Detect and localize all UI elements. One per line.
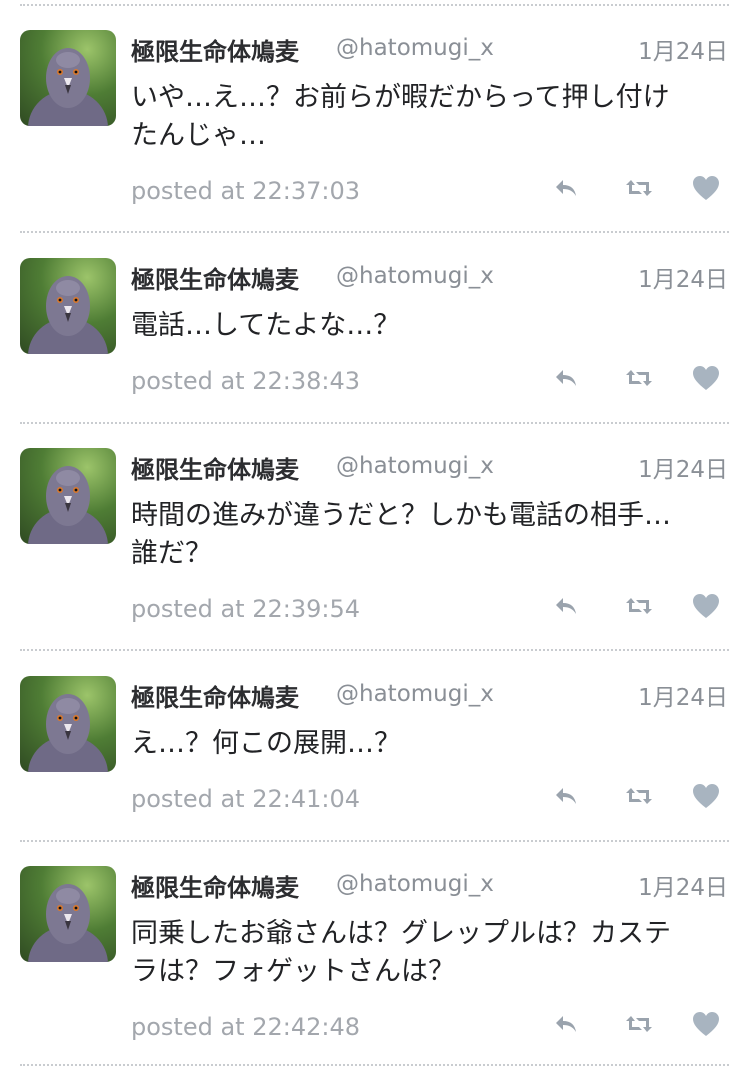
like-button[interactable] <box>689 782 723 810</box>
tweet-text: え…？何この展開…？ <box>131 725 731 763</box>
username-handle[interactable]: @hatomugi_x <box>336 263 494 289</box>
retweet-button[interactable] <box>622 1010 656 1038</box>
like-button[interactable] <box>689 364 723 392</box>
tweet-date: 1月24日 <box>638 685 728 711</box>
reply-icon <box>556 788 576 804</box>
reply-button[interactable] <box>549 1010 583 1038</box>
display-name[interactable]: 極限生命体鳩麦 <box>131 868 299 903</box>
tweet-date: 1月24日 <box>638 39 728 65</box>
tweet-item[interactable]: 極限生命体鳩麦 @hatomugi_x 1月24日 電話…してたよな…？ pos… <box>0 258 749 418</box>
divider <box>20 4 729 6</box>
like-button[interactable] <box>689 592 723 620</box>
divider <box>20 1064 729 1066</box>
reply-icon <box>556 1016 576 1032</box>
heart-icon <box>693 1012 719 1036</box>
tweet-text-line: え…？何この展開…？ <box>131 728 401 759</box>
pigeon-avatar[interactable] <box>20 448 116 544</box>
heart-icon <box>693 366 719 390</box>
tweet-text: 電話…してたよな…？ <box>131 307 731 345</box>
retweet-icon <box>626 1016 652 1032</box>
retweet-icon <box>626 370 652 386</box>
tweet-text: 時間の進みが違うだと？しかも電話の相手… 誰だ？ <box>131 497 731 573</box>
retweet-button[interactable] <box>622 174 656 202</box>
reply-icon <box>556 370 576 386</box>
reply-icon <box>556 598 576 614</box>
reply-icon <box>556 180 576 196</box>
display-name[interactable]: 極限生命体鳩麦 <box>131 450 299 485</box>
tweet-date: 1月24日 <box>638 267 728 293</box>
like-button[interactable] <box>689 174 723 202</box>
retweet-button[interactable] <box>622 782 656 810</box>
tweet-text-line: 誰だ？ <box>131 538 212 569</box>
heart-icon <box>693 784 719 808</box>
heart-icon <box>693 176 719 200</box>
reply-button[interactable] <box>549 782 583 810</box>
divider <box>20 422 729 424</box>
tweet-item[interactable]: 極限生命体鳩麦 @hatomugi_x 1月24日 え…？何この展開…？ pos… <box>0 676 749 836</box>
tweet-date: 1月24日 <box>638 875 728 901</box>
posted-timestamp: posted at 22:42:48 <box>131 1013 360 1041</box>
username-handle[interactable]: @hatomugi_x <box>336 871 494 897</box>
tweet-text-line: たんじゃ… <box>131 120 266 151</box>
retweet-icon <box>626 598 652 614</box>
reply-button[interactable] <box>549 592 583 620</box>
posted-timestamp: posted at 22:39:54 <box>131 595 360 623</box>
retweet-button[interactable] <box>622 364 656 392</box>
pigeon-avatar[interactable] <box>20 258 116 354</box>
reply-button[interactable] <box>549 174 583 202</box>
retweet-icon <box>626 180 652 196</box>
divider <box>20 649 729 651</box>
posted-timestamp: posted at 22:38:43 <box>131 367 360 395</box>
posted-timestamp: posted at 22:41:04 <box>131 785 360 813</box>
divider <box>20 231 729 233</box>
tweet-item[interactable]: 極限生命体鳩麦 @hatomugi_x 1月24日 時間の進みが違うだと？しかも… <box>0 448 749 648</box>
like-button[interactable] <box>689 1010 723 1038</box>
username-handle[interactable]: @hatomugi_x <box>336 681 494 707</box>
tweet-feed: 極限生命体鳩麦 @hatomugi_x 1月24日 いや…え…？お前らが暇だから… <box>0 0 749 1068</box>
tweet-text-line: いや…え…？お前らが暇だからって押し付け <box>131 82 670 113</box>
display-name[interactable]: 極限生命体鳩麦 <box>131 678 299 713</box>
tweet-date: 1月24日 <box>638 457 728 483</box>
tweet-text-line: 同乗したお爺さんは？グレップルは？カステ <box>131 918 671 949</box>
display-name[interactable]: 極限生命体鳩麦 <box>131 32 299 67</box>
pigeon-avatar[interactable] <box>20 676 116 772</box>
tweet-text-line: ラは？フォゲットさんは？ <box>131 956 455 987</box>
reply-button[interactable] <box>549 364 583 392</box>
heart-icon <box>693 594 719 618</box>
tweet-text-line: 電話…してたよな…？ <box>131 310 401 341</box>
divider <box>20 840 729 842</box>
tweet-item[interactable]: 極限生命体鳩麦 @hatomugi_x 1月24日 いや…え…？お前らが暇だから… <box>0 30 749 230</box>
username-handle[interactable]: @hatomugi_x <box>336 35 494 61</box>
tweet-text: いや…え…？お前らが暇だからって押し付け たんじゃ… <box>131 79 731 155</box>
retweet-icon <box>626 788 652 804</box>
posted-timestamp: posted at 22:37:03 <box>131 177 360 205</box>
tweet-text-line: 時間の進みが違うだと？しかも電話の相手… <box>131 500 671 531</box>
tweet-item[interactable]: 極限生命体鳩麦 @hatomugi_x 1月24日 同乗したお爺さんは？グレップ… <box>0 866 749 1066</box>
pigeon-avatar[interactable] <box>20 30 116 126</box>
retweet-button[interactable] <box>622 592 656 620</box>
username-handle[interactable]: @hatomugi_x <box>336 453 494 479</box>
display-name[interactable]: 極限生命体鳩麦 <box>131 260 299 295</box>
tweet-text: 同乗したお爺さんは？グレップルは？カステ ラは？フォゲットさんは？ <box>131 915 731 991</box>
pigeon-avatar[interactable] <box>20 866 116 962</box>
